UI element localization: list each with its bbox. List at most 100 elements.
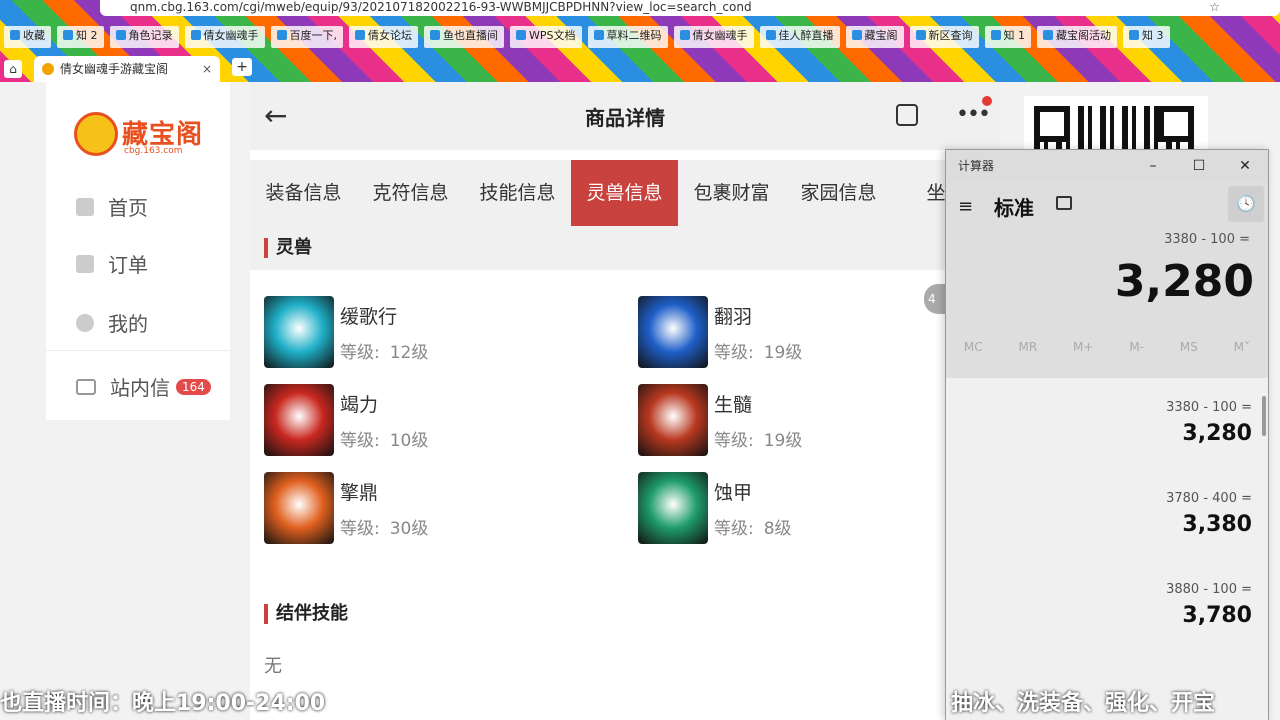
bookmark-label: 藏宝阁 xyxy=(864,29,898,42)
bookmark-item[interactable]: 佳人醉直播 xyxy=(759,26,840,48)
pet-level-row: 等级: 10级 xyxy=(340,426,428,451)
level-label: 等级: xyxy=(714,519,754,539)
more-icon[interactable]: ••• xyxy=(956,96,992,126)
pet-name: 竭力 xyxy=(340,394,379,416)
memory-button[interactable]: M˅ xyxy=(1234,340,1250,354)
close-button[interactable]: ✕ xyxy=(1222,150,1268,182)
bookmark-label: 倩女幽魂手 xyxy=(203,29,259,42)
bookmark-icon xyxy=(190,30,201,40)
sidebar-item-orders[interactable]: 订单 xyxy=(76,249,148,278)
pet-skill-icon xyxy=(264,472,334,544)
history-expression: 3780 - 400 = xyxy=(1166,491,1252,506)
sidebar-item-mine[interactable]: 我的 xyxy=(76,308,148,337)
pet-item[interactable]: 擎鼎等级: 30级 xyxy=(264,472,594,546)
tab-2[interactable]: 技能信息 xyxy=(464,160,571,226)
pet-item[interactable]: 蚀甲 等级: 8级 xyxy=(638,472,968,546)
bookmark-icon xyxy=(516,30,526,40)
bookmark-item[interactable]: 知 3 xyxy=(1123,26,1170,48)
memory-button[interactable]: M+ xyxy=(1073,340,1093,354)
bookmark-item[interactable]: WPS文档 xyxy=(510,26,582,48)
bookmark-label: 鱼也直播间 xyxy=(443,29,498,42)
new-tab-button[interactable]: + xyxy=(232,58,252,76)
maximize-button[interactable]: ☐ xyxy=(1176,150,1222,182)
bookmark-item[interactable]: 倩女幽魂手 xyxy=(184,26,265,48)
bookmark-icon xyxy=(276,30,287,40)
history-entry[interactable]: 3880 - 100 = 3,780 xyxy=(952,582,1252,628)
history-entry[interactable]: 3780 - 400 = 3,380 xyxy=(952,491,1252,537)
scroll-indicator[interactable]: 4 xyxy=(924,284,946,314)
bookmark-label: 百度一下, xyxy=(289,29,338,42)
order-icon xyxy=(76,254,94,273)
pet-name: 擎鼎 xyxy=(340,482,379,504)
pet-item[interactable]: 翻羽 等级: 19级 xyxy=(638,296,968,370)
tab-1[interactable]: 克符信息 xyxy=(357,160,464,226)
bookmarks-bar: 收藏 知 2 角色记录 倩女幽魂手 百度一下, 倩女论坛 鱼也直播间 WPS文档 草料二维码 倩女… xyxy=(0,26,1280,48)
section-title: 灵兽 xyxy=(264,238,312,258)
bookmark-item[interactable]: 收藏 xyxy=(4,26,51,48)
pet-item[interactable]: 生髓 等级: 19级 xyxy=(638,384,968,458)
bookmark-label: 倩女幽魂手 xyxy=(692,29,748,42)
level-label: 等级: xyxy=(714,343,754,363)
home-icon[interactable]: ⌂ xyxy=(4,60,22,78)
window-title: 计算器 xyxy=(958,159,995,173)
hamburger-menu-icon[interactable]: ≡ xyxy=(958,196,973,217)
bookmark-item[interactable]: 倩女幽魂手 xyxy=(673,26,754,48)
bookmark-item[interactable]: 百度一下, xyxy=(270,26,343,48)
tab-3[interactable]: 灵兽信息 xyxy=(571,160,678,226)
bookmark-label: 知 2 xyxy=(76,29,98,42)
pet-skill-icon xyxy=(264,296,334,368)
history-expression: 3880 - 100 = xyxy=(1166,582,1252,597)
bookmark-item[interactable]: 倩女论坛 xyxy=(349,26,418,48)
sidebar: 藏宝阁 cbg.163.com 首页 订单 我的 站内信 164 xyxy=(46,82,230,420)
bond-skill-value: 无 xyxy=(264,656,282,677)
pet-level-row: 等级: 30级 xyxy=(340,514,428,539)
history-entry[interactable]: 3380 - 100 = 3,280 xyxy=(952,400,1252,446)
stream-ticker: 也直播时间：晚上19:00-24:00 xyxy=(0,691,326,716)
calculator-display: ≡ 标准 🕓 3380 - 100 = 3,280 MC MR M+ M- MS M˅ xyxy=(946,182,1268,378)
stream-ticker-right: 抽冰、洗装备、强化、开宝 xyxy=(951,691,1216,716)
logo[interactable]: 藏宝阁 cbg.163.com xyxy=(74,108,214,158)
tab-row: ⌂ 倩女幽魂手游藏宝阁 × + xyxy=(0,54,1280,82)
bookmark-icon xyxy=(679,30,690,40)
history-icon[interactable]: 🕓 xyxy=(1228,186,1264,222)
history-scrollbar[interactable] xyxy=(1262,396,1266,436)
bookmark-item[interactable]: 知 1 xyxy=(984,26,1031,48)
minimize-button[interactable]: – xyxy=(1130,150,1176,182)
bookmark-star-icon[interactable]: ☆ xyxy=(1209,0,1220,14)
share-icon[interactable] xyxy=(896,104,918,126)
history-result: 3,380 xyxy=(1182,512,1252,537)
qr-finder xyxy=(1034,106,1070,142)
address-bar[interactable]: qnm.cbg.163.com/cgi/mweb/equip/93/202107… xyxy=(100,0,1280,16)
sidebar-item-messages[interactable]: 站内信 164 xyxy=(76,372,211,401)
pet-item[interactable]: 竭力等级: 10级 xyxy=(264,384,594,458)
pet-level: 12级 xyxy=(389,343,429,363)
level-label: 等级: xyxy=(340,343,380,363)
bookmark-item[interactable]: 新区查询 xyxy=(909,26,979,48)
tab-5[interactable]: 家园信息 xyxy=(785,160,892,226)
bookmark-item[interactable]: 藏宝阁 xyxy=(845,26,904,48)
memory-button[interactable]: MS xyxy=(1180,340,1198,354)
bookmark-item[interactable]: 鱼也直播间 xyxy=(424,26,504,48)
tab-close-icon[interactable]: × xyxy=(202,56,212,82)
calculator-window: 计算器 – ☐ ✕ ≡ 标准 🕓 3380 - 100 = 3,280 MC MR… xyxy=(945,149,1269,720)
bookmark-icon xyxy=(593,30,604,40)
pet-level-row: 等级: 8级 xyxy=(714,514,792,539)
memory-button[interactable]: M- xyxy=(1129,340,1144,354)
logo-domain: cbg.163.com xyxy=(124,146,183,156)
browser-chrome: qnm.cbg.163.com/cgi/mweb/equip/93/202107… xyxy=(0,0,1280,82)
pet-item[interactable]: 缓歌行 等级: 12级 xyxy=(264,296,594,370)
bookmark-item[interactable]: 藏宝阁活动 xyxy=(1037,26,1117,48)
detail-header: ← 商品详情 ••• xyxy=(250,82,1000,150)
memory-button[interactable]: MC xyxy=(964,340,983,354)
keep-on-top-icon[interactable] xyxy=(1056,196,1072,210)
pet-level-row: 等级: 19级 xyxy=(714,426,802,451)
memory-button[interactable]: MR xyxy=(1019,340,1038,354)
tab-4[interactable]: 包裹财富 xyxy=(678,160,785,226)
sidebar-item-home[interactable]: 首页 xyxy=(76,192,148,221)
bookmark-item[interactable]: 草料二维码 xyxy=(587,26,668,48)
bookmark-item[interactable]: 知 2 xyxy=(57,26,104,48)
page-title: 商品详情 xyxy=(585,106,665,130)
bookmark-item[interactable]: 角色记录 xyxy=(109,26,179,48)
browser-tab[interactable]: 倩女幽魂手游藏宝阁 × xyxy=(34,56,220,82)
tab-0[interactable]: 装备信息 xyxy=(250,160,357,226)
